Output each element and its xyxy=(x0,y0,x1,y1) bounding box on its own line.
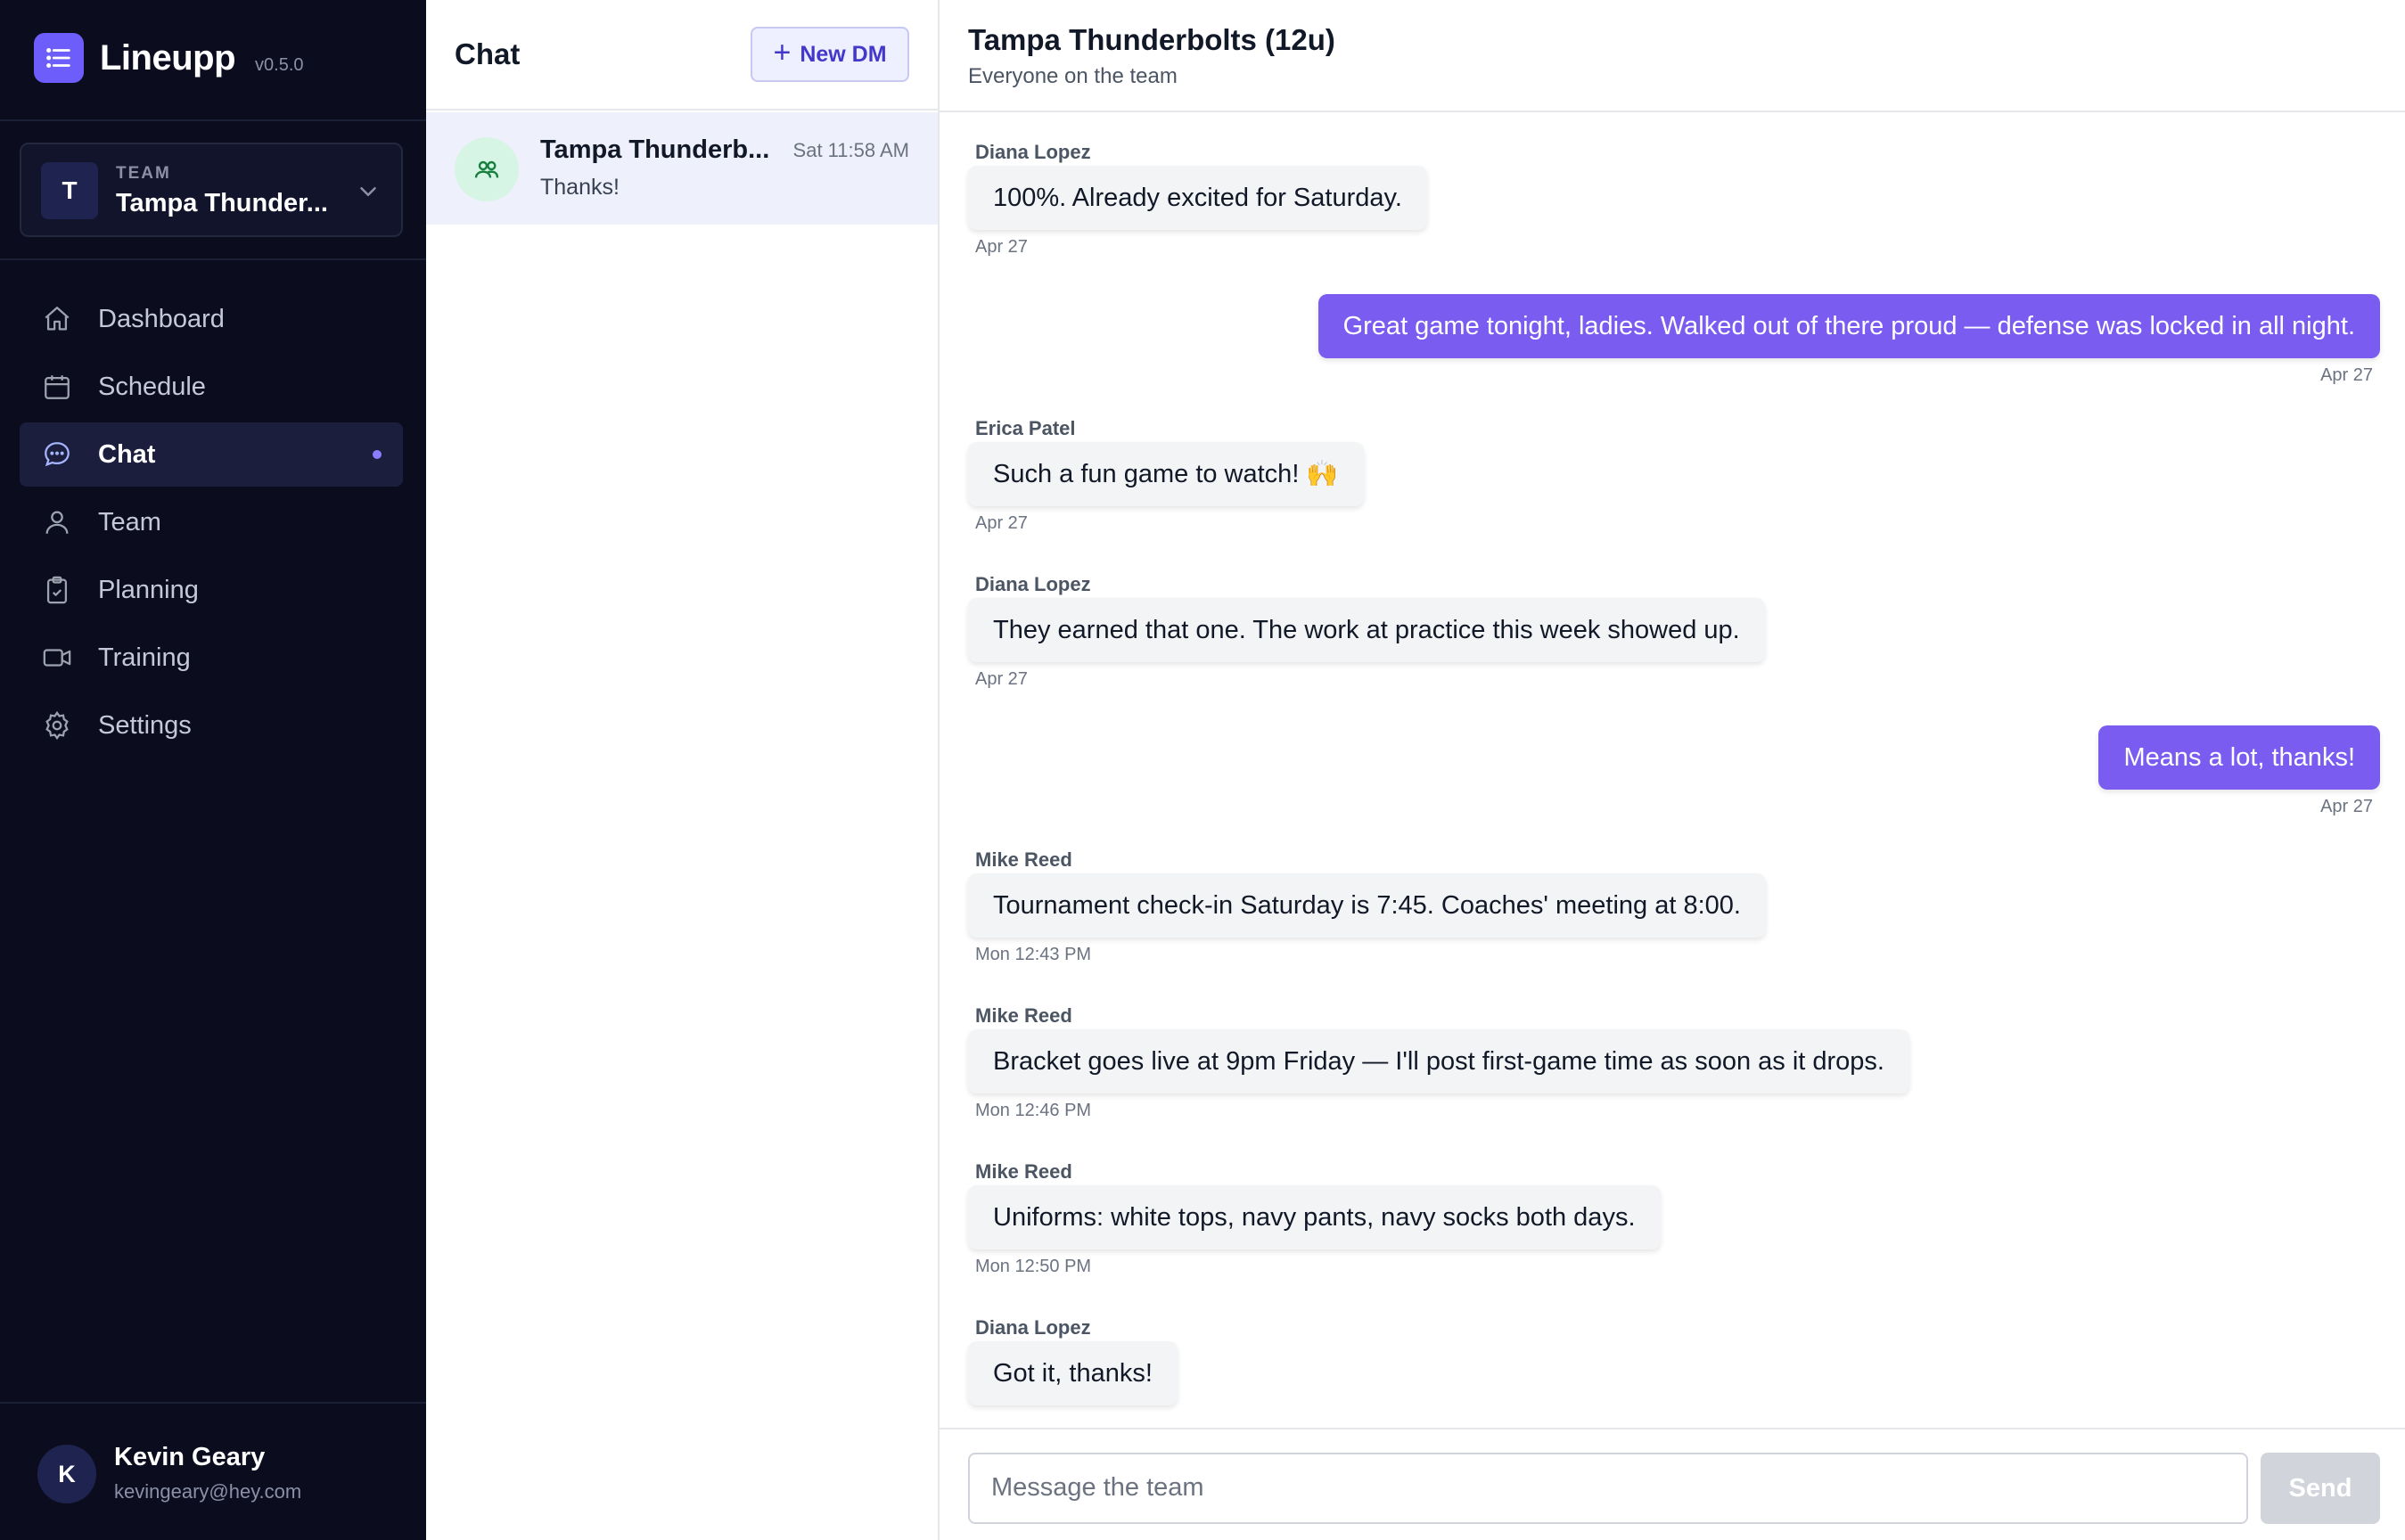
conversation-item[interactable]: Tampa Thunderb... Sat 11:58 AM Thanks! xyxy=(426,112,938,225)
plus-icon: + xyxy=(773,35,792,70)
message: Mike Reed Bracket goes live at 9pm Frida… xyxy=(968,1003,1909,1121)
nav-item-settings[interactable]: Settings xyxy=(20,693,403,758)
avatar: K xyxy=(37,1445,96,1503)
message: Erica Patel Such a fun game to watch! 🙌 … xyxy=(968,415,1364,534)
user-profile[interactable]: K Kevin Geary kevingeary@hey.com xyxy=(0,1404,426,1540)
message-outgoing: Means a lot, thanks! Apr 27 xyxy=(2098,725,2380,817)
nav-label: Training xyxy=(98,643,191,672)
thread-header: Tampa Thunderbolts (12u) Everyone on the… xyxy=(940,0,2405,112)
message-input[interactable] xyxy=(968,1453,2248,1524)
message-bubble: Means a lot, thanks! xyxy=(2098,725,2380,790)
chat-bubble-icon xyxy=(41,438,73,471)
divider xyxy=(0,258,426,260)
conversation-list-header: Chat + New DM xyxy=(426,0,938,111)
user-name: Kevin Geary xyxy=(114,1443,266,1471)
message: Diana Lopez They earned that one. The wo… xyxy=(968,571,1765,690)
message: Diana Lopez Got it, thanks! xyxy=(968,1315,1178,1413)
message-bubble: Great game tonight, ladies. Walked out o… xyxy=(1317,294,2380,358)
sidebar: Lineupp v0.5.0 T TEAM Tampa Thunder... D… xyxy=(0,0,426,1540)
team-name: Tampa Thunder... xyxy=(116,189,328,217)
message-bubble: Uniforms: white tops, navy pants, navy s… xyxy=(968,1185,1661,1249)
message-bubble: Got it, thanks! xyxy=(968,1341,1178,1405)
message-time: Mon 12:43 PM xyxy=(975,945,1092,964)
message-sender: Mike Reed xyxy=(975,848,1072,871)
brand[interactable]: Lineupp v0.5.0 xyxy=(34,32,304,84)
nav-label: Dashboard xyxy=(98,304,225,333)
user-email: kevingeary@hey.com xyxy=(114,1480,302,1503)
message-time: Mon 12:46 PM xyxy=(975,1101,1092,1120)
message-time: Mon 12:50 PM xyxy=(975,1257,1092,1276)
chevron-down-icon xyxy=(360,187,376,196)
conversation-list: Chat + New DM Tampa Thunderb... Sat 11:5… xyxy=(426,0,940,1540)
message-list[interactable]: Diana Lopez 100%. Already excited for Sa… xyxy=(940,112,2405,1428)
message: Diana Lopez 100%. Already excited for Sa… xyxy=(968,139,1427,258)
thread-title: Tampa Thunderbolts (12u) xyxy=(968,23,1335,56)
message-time: Apr 27 xyxy=(975,237,1028,257)
message-outgoing: Great game tonight, ladies. Walked out o… xyxy=(1317,294,2380,386)
thread-subtitle: Everyone on the team xyxy=(968,64,1178,88)
main-nav: Dashboard Schedule Chat Team Planning Tr… xyxy=(20,287,403,761)
nav-label: Settings xyxy=(98,710,192,740)
unread-dot xyxy=(373,450,382,459)
app-name: Lineupp xyxy=(100,37,236,78)
conversation-time: Sat 11:58 AM xyxy=(792,139,909,161)
nav-item-planning[interactable]: Planning xyxy=(20,558,403,622)
message: Mike Reed Uniforms: white tops, navy pan… xyxy=(968,1159,1661,1277)
clipboard-icon xyxy=(41,574,73,606)
chat-thread: Tampa Thunderbolts (12u) Everyone on the… xyxy=(940,0,2405,1540)
gear-icon xyxy=(41,709,73,741)
divider xyxy=(0,119,426,121)
message-sender: Diana Lopez xyxy=(975,1316,1091,1339)
message-time: Apr 27 xyxy=(975,513,1028,533)
calendar-icon xyxy=(41,371,73,403)
nav-item-schedule[interactable]: Schedule xyxy=(20,355,403,419)
conversation-name: Tampa Thunderb... xyxy=(540,135,770,164)
nav-label: Chat xyxy=(98,439,156,469)
message-bubble: 100%. Already excited for Saturday. xyxy=(968,166,1427,230)
new-dm-label: New DM xyxy=(800,41,887,67)
message-sender: Diana Lopez xyxy=(975,141,1091,163)
nav-item-training[interactable]: Training xyxy=(20,626,403,690)
page-title: Chat xyxy=(455,37,521,70)
video-camera-icon xyxy=(41,642,73,674)
message-bubble: Tournament check-in Saturday is 7:45. Co… xyxy=(968,873,1766,938)
message-sender: Diana Lopez xyxy=(975,573,1091,595)
nav-item-chat[interactable]: Chat xyxy=(20,422,403,487)
nav-label: Planning xyxy=(98,575,199,604)
group-icon xyxy=(455,137,519,201)
nav-label: Team xyxy=(98,507,161,537)
team-avatar: T xyxy=(41,162,98,219)
message-time: Apr 27 xyxy=(2320,797,2373,816)
message-time: Apr 27 xyxy=(975,669,1028,689)
home-icon xyxy=(41,303,73,335)
message-time: Apr 27 xyxy=(2320,365,2373,385)
message-composer: Send xyxy=(940,1428,2405,1540)
message: Mike Reed Tournament check-in Saturday i… xyxy=(968,847,1766,965)
message-sender: Mike Reed xyxy=(975,1160,1072,1183)
send-button[interactable]: Send xyxy=(2261,1453,2380,1524)
message-bubble: Such a fun game to watch! 🙌 xyxy=(968,442,1364,506)
app-version: v0.5.0 xyxy=(255,54,304,75)
new-dm-button[interactable]: + New DM xyxy=(751,27,909,82)
team-kicker: TEAM xyxy=(116,164,171,183)
message-sender: Erica Patel xyxy=(975,417,1076,439)
nav-item-dashboard[interactable]: Dashboard xyxy=(20,287,403,351)
message-bubble: They earned that one. The work at practi… xyxy=(968,598,1765,662)
nav-label: Schedule xyxy=(98,372,206,401)
nav-item-team[interactable]: Team xyxy=(20,490,403,554)
message-sender: Mike Reed xyxy=(975,1004,1072,1027)
team-switcher[interactable]: T TEAM Tampa Thunder... xyxy=(20,143,403,237)
user-icon xyxy=(41,506,73,538)
message-bubble: Bracket goes live at 9pm Friday — I'll p… xyxy=(968,1029,1909,1094)
conversation-preview: Thanks! xyxy=(540,175,620,200)
list-icon xyxy=(34,33,84,83)
